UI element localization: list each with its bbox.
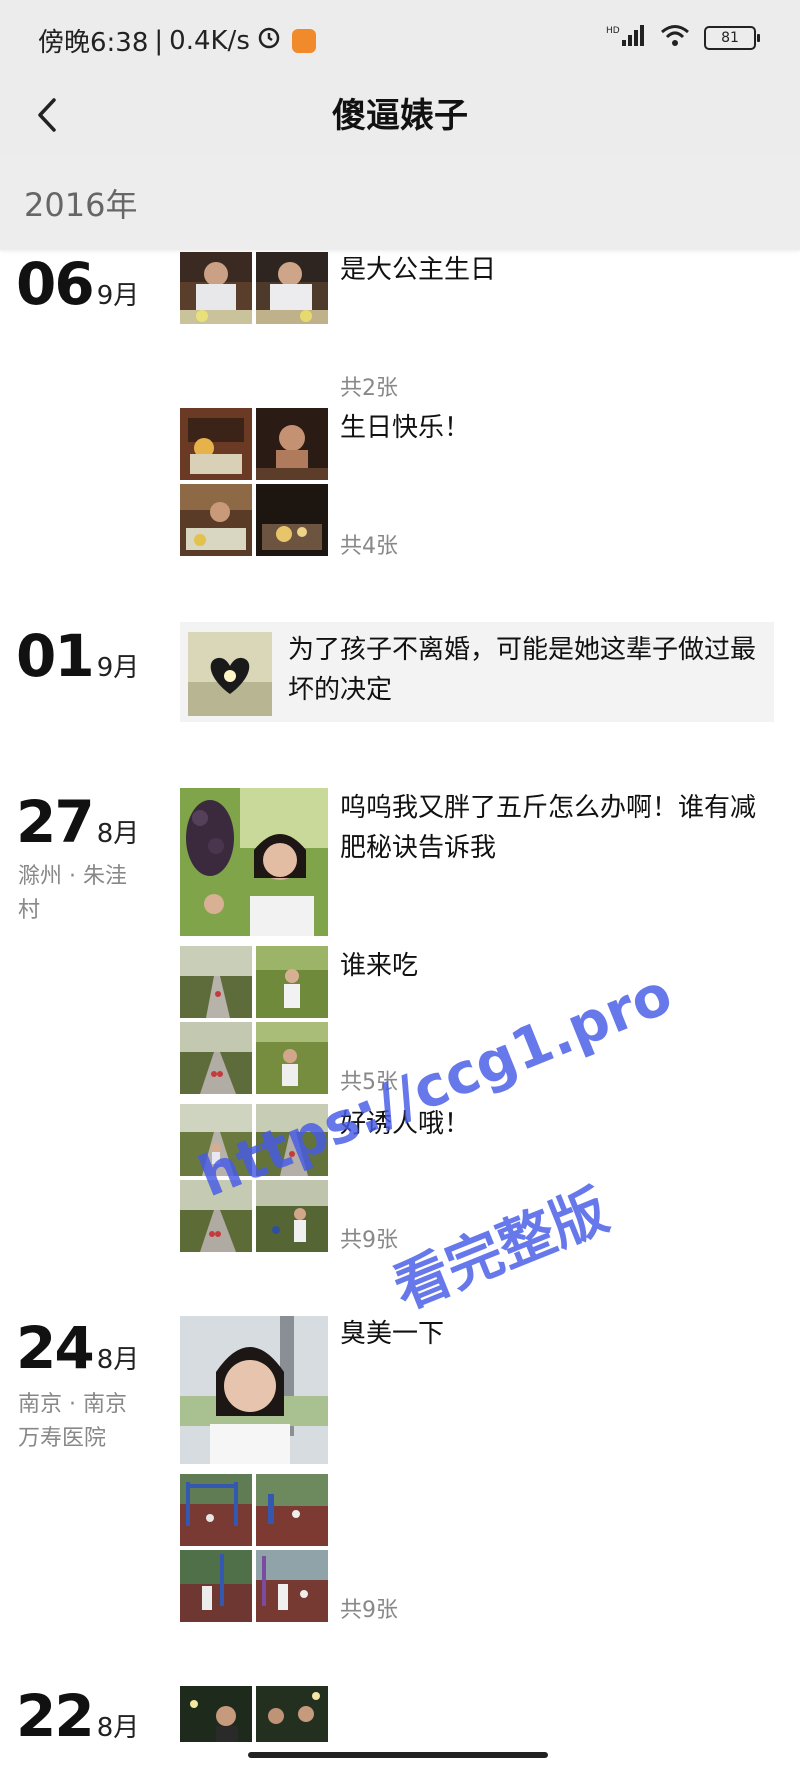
post-text[interactable]: 谁来吃 bbox=[340, 946, 418, 986]
date-day: 22 bbox=[16, 1682, 95, 1750]
article-thumbnail bbox=[188, 632, 272, 716]
status-bar: 傍晚6:38 | 0.4K/s HD 81 bbox=[0, 0, 800, 76]
date-label: 27 8月 bbox=[16, 788, 139, 856]
wifi-icon bbox=[660, 24, 690, 52]
photo-grid[interactable] bbox=[180, 408, 328, 556]
watermark-label: 看完整版 bbox=[384, 1178, 617, 1323]
date-month: 9月 bbox=[96, 653, 140, 683]
photo-thumbnail[interactable] bbox=[180, 408, 252, 480]
nav-bar: 傻逼婊子 bbox=[0, 76, 800, 156]
status-time: 傍晚6:38 bbox=[38, 28, 149, 58]
photo-grid[interactable] bbox=[180, 1686, 328, 1742]
date-day: 06 bbox=[16, 250, 95, 318]
status-left: 傍晚6:38 | 0.4K/s bbox=[38, 22, 316, 59]
photo-thumbnail[interactable] bbox=[256, 1686, 328, 1742]
svg-text:HD: HD bbox=[606, 26, 620, 36]
status-right: HD 81 bbox=[606, 24, 760, 52]
date-month: 8月 bbox=[96, 1713, 140, 1743]
photo-thumbnail[interactable] bbox=[180, 1686, 252, 1742]
date-day: 24 bbox=[16, 1314, 95, 1382]
post-text[interactable]: 生日快乐！ bbox=[340, 408, 470, 448]
photo-thumbnail[interactable] bbox=[256, 408, 328, 480]
photo-thumbnail[interactable] bbox=[180, 252, 252, 324]
photo-count: 共9张 bbox=[340, 1598, 398, 1623]
photo-thumbnail[interactable] bbox=[256, 1180, 328, 1252]
post-text[interactable]: 臭美一下 bbox=[340, 1314, 444, 1354]
date-day: 01 bbox=[16, 622, 95, 690]
photo-thumbnail[interactable] bbox=[256, 1474, 328, 1546]
photo-thumbnail[interactable] bbox=[256, 946, 328, 1018]
photo-thumbnail[interactable] bbox=[256, 1550, 328, 1622]
date-label: 06 9月 bbox=[16, 250, 139, 318]
photo-grid[interactable] bbox=[180, 1474, 328, 1622]
battery-icon: 81 bbox=[704, 26, 760, 50]
network-speed: 0.4K/s bbox=[169, 25, 250, 56]
photo-thumbnail[interactable] bbox=[180, 946, 252, 1018]
date-label: 24 8月 bbox=[16, 1314, 139, 1382]
photo-thumbnail[interactable] bbox=[180, 1474, 252, 1546]
photo-count: 共2张 bbox=[340, 376, 398, 401]
shared-article-text: 为了孩子不离婚，可能是她这辈子做过最坏的决定 bbox=[288, 635, 757, 705]
page-title: 傻逼婊子 bbox=[332, 96, 468, 136]
photo-count: 共4张 bbox=[340, 534, 398, 559]
location-label: 滁州 · 朱洼村 bbox=[18, 864, 127, 923]
photo-thumbnail[interactable] bbox=[256, 484, 328, 556]
date-month: 8月 bbox=[96, 1345, 140, 1375]
year-header: 2016年 bbox=[0, 156, 800, 250]
photo-thumbnail[interactable] bbox=[180, 1316, 328, 1464]
photo-thumbnail[interactable] bbox=[256, 252, 328, 324]
app-notification-icon bbox=[291, 28, 316, 53]
date-month: 8月 bbox=[96, 819, 140, 849]
year-label: 2016年 bbox=[24, 186, 138, 224]
home-indicator[interactable] bbox=[248, 1752, 548, 1758]
photo-thumbnail[interactable] bbox=[180, 1022, 252, 1094]
date-label: 22 8月 bbox=[16, 1682, 139, 1750]
post-text[interactable]: 是大公主生日 bbox=[340, 250, 496, 290]
date-day: 27 bbox=[16, 788, 95, 856]
alarm-icon bbox=[256, 24, 282, 57]
signal-icon: HD bbox=[606, 24, 646, 52]
photo-thumbnail[interactable] bbox=[180, 788, 328, 936]
photo-thumbnail[interactable] bbox=[180, 1550, 252, 1622]
shared-article-card[interactable]: 为了孩子不离婚，可能是她这辈子做过最坏的决定 bbox=[180, 622, 774, 722]
date-label: 01 9月 bbox=[16, 622, 139, 690]
location-label: 南京 · 南京万寿医院 bbox=[18, 1392, 127, 1451]
photo-grid[interactable] bbox=[180, 946, 328, 1094]
post-text[interactable]: 呜呜我又胖了五斤怎么办啊！谁有减肥秘诀告诉我 bbox=[340, 788, 780, 868]
date-month: 9月 bbox=[96, 281, 140, 311]
photo-grid[interactable] bbox=[180, 252, 328, 324]
photo-thumbnail[interactable] bbox=[256, 1022, 328, 1094]
photo-thumbnail[interactable] bbox=[180, 484, 252, 556]
